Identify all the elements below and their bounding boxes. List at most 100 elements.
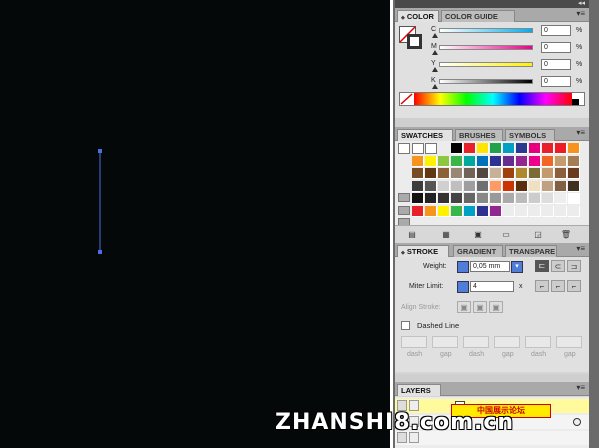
show-kinds-icon[interactable]: ▦	[439, 229, 453, 241]
swatch-chip[interactable]	[503, 168, 515, 179]
swatch-chip[interactable]	[490, 155, 502, 167]
weight-field[interactable]: 0,05 mm	[470, 261, 510, 272]
swatch-chip[interactable]	[490, 205, 502, 217]
weight-stepper[interactable]	[457, 261, 469, 273]
swatch-chip[interactable]	[568, 143, 580, 154]
tab-transparency[interactable]: TRANSPARE	[505, 245, 557, 257]
stroke-swatch[interactable]	[407, 34, 422, 49]
tab-color-guide[interactable]: COLOR GUIDE	[441, 10, 515, 22]
swatch-chip[interactable]	[516, 168, 528, 179]
swatch-chip[interactable]	[568, 168, 580, 179]
artboard-canvas[interactable]	[0, 0, 390, 448]
weight-dropdown-icon[interactable]: ▾	[511, 261, 523, 273]
black-value-field[interactable]: 0	[541, 76, 571, 87]
swatch-chip[interactable]	[412, 155, 424, 167]
swatch-chip[interactable]	[503, 180, 515, 192]
swatch-chip[interactable]	[477, 143, 489, 154]
swatch-chip[interactable]	[477, 155, 489, 167]
yellow-slider-handle[interactable]	[432, 67, 438, 72]
swatch-chip[interactable]	[477, 168, 489, 179]
dash-field-2[interactable]	[463, 336, 489, 348]
swatch-chip[interactable]	[464, 155, 476, 167]
swatch-chip[interactable]	[542, 205, 554, 217]
swatch-chip[interactable]	[516, 180, 528, 192]
dashed-line-checkbox[interactable]	[401, 321, 410, 330]
black-slider[interactable]	[439, 79, 533, 84]
color-group-folder-icon[interactable]	[398, 205, 410, 215]
anchor-point-bottom[interactable]	[98, 250, 102, 254]
swatch-chip[interactable]	[425, 193, 437, 204]
swatch-chip[interactable]	[438, 168, 450, 179]
miter-limit-field[interactable]: 4	[470, 281, 514, 292]
swatch-chip[interactable]	[516, 155, 528, 167]
swatch-chip[interactable]	[542, 143, 554, 154]
swatch-chip[interactable]	[438, 205, 450, 217]
swatch-chip[interactable]	[503, 143, 515, 154]
swatch-chip[interactable]	[542, 193, 554, 204]
tab-brushes[interactable]: BRUSHES	[455, 129, 503, 141]
trash-icon[interactable]: 🗑	[559, 229, 573, 241]
cyan-slider[interactable]	[439, 28, 533, 33]
swatch-chip[interactable]	[542, 180, 554, 192]
tab-symbols[interactable]: SYMBOLS	[505, 129, 555, 141]
swatch-chip[interactable]	[451, 168, 463, 179]
panel-menu-icon[interactable]: ▾≡	[576, 9, 585, 18]
swatch-chip[interactable]	[464, 180, 476, 192]
butt-cap-icon[interactable]: ⊏	[535, 260, 549, 272]
swatch-chip[interactable]	[425, 205, 437, 217]
swatch-chip[interactable]	[529, 168, 541, 179]
swatch-chip[interactable]	[529, 205, 541, 217]
registration-swatch-icon[interactable]	[412, 143, 424, 154]
swatch-chip[interactable]	[529, 193, 541, 204]
swatch-chip[interactable]	[477, 193, 489, 204]
swatch-options-icon[interactable]: ▣	[471, 229, 485, 241]
swatch-chip[interactable]	[555, 205, 567, 217]
tab-layers[interactable]: LAYERS	[397, 384, 441, 396]
cyan-value-field[interactable]: 0	[541, 25, 571, 36]
swatch-chip[interactable]	[490, 193, 502, 204]
swatch-chip[interactable]	[555, 193, 567, 204]
yellow-slider[interactable]	[439, 62, 533, 67]
swatch-chip[interactable]	[412, 193, 424, 204]
swatch-chip[interactable]	[503, 193, 515, 204]
swatch-chip[interactable]	[555, 155, 567, 167]
gap-field-1[interactable]	[432, 336, 458, 348]
swatch-chip[interactable]	[542, 155, 554, 167]
swatch-chip[interactable]	[477, 205, 489, 217]
new-swatch-icon[interactable]: ◲	[531, 229, 545, 241]
miter-stepper[interactable]	[457, 281, 469, 293]
color-spectrum-bar[interactable]	[399, 92, 585, 106]
swatch-chip[interactable]	[464, 193, 476, 204]
align-inside-icon[interactable]: ▣	[473, 301, 487, 313]
swatch-chip[interactable]	[529, 180, 541, 192]
cyan-slider-handle[interactable]	[432, 33, 438, 38]
miter-join-icon[interactable]: ⌐	[535, 280, 549, 292]
swatch-chip[interactable]	[438, 180, 450, 192]
swatch-chip[interactable]	[555, 180, 567, 192]
panel-menu-icon[interactable]: ▾≡	[576, 383, 585, 392]
align-center-icon[interactable]: ▣	[457, 301, 471, 313]
none-swatch-icon[interactable]	[398, 143, 410, 154]
swatch-chip[interactable]	[464, 168, 476, 179]
tab-color[interactable]: ◆ COLOR	[397, 10, 439, 22]
white-swatch[interactable]	[425, 143, 437, 154]
tab-gradient[interactable]: GRADIENT	[453, 245, 503, 257]
swatch-chip[interactable]	[451, 180, 463, 192]
swatch-chip[interactable]	[412, 205, 424, 217]
swatch-library-icon[interactable]: ▤	[405, 229, 419, 241]
yellow-value-field[interactable]: 0	[541, 59, 571, 70]
swatch-chip[interactable]	[568, 180, 580, 192]
swatch-chip[interactable]	[412, 180, 424, 192]
round-join-icon[interactable]: ⌐	[551, 280, 565, 292]
swatch-chip[interactable]	[425, 180, 437, 192]
swatch-chip[interactable]	[451, 143, 463, 154]
swatch-chip[interactable]	[529, 143, 541, 154]
swatch-chip[interactable]	[503, 155, 515, 167]
swatch-chip[interactable]	[412, 168, 424, 179]
tab-swatches[interactable]: SWATCHES	[397, 129, 453, 141]
black-slider-handle[interactable]	[432, 84, 438, 89]
color-group-folder-icon[interactable]	[398, 193, 410, 202]
anchor-point-top[interactable]	[98, 149, 102, 153]
bevel-join-icon[interactable]: ⌐	[567, 280, 581, 292]
new-color-group-icon[interactable]: ▭	[499, 229, 513, 241]
